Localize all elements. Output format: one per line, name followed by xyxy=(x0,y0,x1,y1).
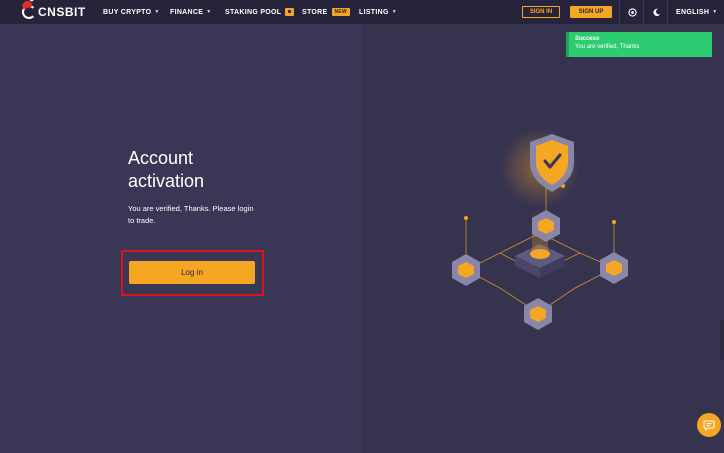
chevron-down-icon: ▼ xyxy=(712,9,718,15)
lock-icon xyxy=(285,8,295,16)
chevron-down-icon: ▼ xyxy=(154,9,160,15)
security-illustration xyxy=(440,128,640,338)
globe-icon[interactable] xyxy=(626,6,638,18)
nav-listing-label: LISTING xyxy=(359,8,389,16)
nav-finance-label: FINANCE xyxy=(170,8,204,16)
logo-coin-icon xyxy=(21,0,36,19)
language-selector[interactable]: ENGLISH ▼ xyxy=(676,0,717,24)
toast-title: Success xyxy=(575,36,600,42)
logo-text: CNSBIT xyxy=(38,5,86,19)
nav-finance[interactable]: FINANCE ▼ xyxy=(170,0,211,24)
nav-divider xyxy=(619,0,620,24)
success-toast[interactable]: Success You are verified, Thanks xyxy=(566,32,712,57)
login-button[interactable]: Log in xyxy=(129,261,255,284)
chevron-down-icon: ▼ xyxy=(206,9,212,15)
verification-message-line2: to trade. xyxy=(128,216,156,225)
toast-message: You are verified, Thanks xyxy=(575,44,640,50)
sign-up-button[interactable]: SIGN UP xyxy=(570,6,612,18)
nav-buy-crypto-label: BUY CRYPTO xyxy=(103,8,152,16)
sign-in-button[interactable]: SIGN IN xyxy=(522,6,560,18)
page-title-line2: activation xyxy=(128,171,205,191)
nav-divider xyxy=(667,0,668,24)
page-title: Account activation xyxy=(128,147,288,193)
scrollbar-handle[interactable] xyxy=(720,320,724,360)
language-label: ENGLISH xyxy=(676,8,710,16)
moon-icon[interactable] xyxy=(650,6,662,18)
page-title-line1: Account xyxy=(128,148,194,168)
verification-message-line1: You are verified, Thanks. Please login xyxy=(128,204,254,213)
nav-listing[interactable]: LISTING ▼ xyxy=(359,0,397,24)
verification-message: You are verified, Thanks. Please login t… xyxy=(128,203,288,227)
top-navbar: CNSBIT BUY CRYPTO ▼ FINANCE ▼ STAKING PO… xyxy=(0,0,724,24)
chevron-down-icon: ▼ xyxy=(391,9,397,15)
chat-bubble-icon[interactable] xyxy=(697,413,721,437)
nav-staking-pool-label: STAKING POOL xyxy=(225,8,282,16)
nav-store[interactable]: STORE NEW xyxy=(302,0,351,24)
new-badge: NEW xyxy=(331,8,351,16)
nav-divider xyxy=(643,0,644,24)
left-panel xyxy=(0,24,362,453)
nav-buy-crypto[interactable]: BUY CRYPTO ▼ xyxy=(103,0,160,24)
coinsbit-logo[interactable]: CNSBIT xyxy=(21,0,86,21)
santa-hat-icon xyxy=(21,0,33,10)
nav-store-label: STORE xyxy=(302,8,328,16)
nav-staking-pool[interactable]: STAKING POOL xyxy=(225,0,295,24)
